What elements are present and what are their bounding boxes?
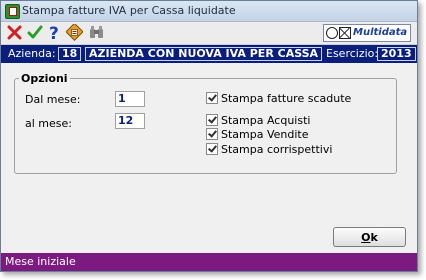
azienda-label: Azienda:	[8, 47, 56, 60]
esercizio-label: Esercizio:	[326, 47, 379, 60]
svg-text:?: ?	[49, 24, 59, 41]
check-icon[interactable]	[25, 23, 44, 42]
circle-icon	[326, 27, 338, 39]
ok-mnemonic: O	[361, 230, 371, 244]
window-title: Stampa fatture IVA per Cassa liquidate	[22, 4, 236, 17]
checkbox-check-icon	[206, 143, 218, 155]
stampa-acquisti-checkbox[interactable]: Stampa Acquisti	[206, 113, 310, 127]
al-mese-label: al mese:	[25, 117, 72, 130]
esercizio-value: 2013	[377, 47, 416, 61]
stampa-fatture-scadute-checkbox[interactable]: Stampa fatture scadute	[206, 91, 351, 105]
status-bar: Mese iniziale	[1, 253, 417, 271]
ok-button[interactable]: Ok	[333, 227, 406, 247]
binoculars-icon[interactable]	[87, 23, 106, 42]
report-icon[interactable]	[65, 23, 84, 42]
crossed-box-icon	[339, 27, 351, 39]
help-icon[interactable]: ?	[45, 23, 64, 42]
stampa-corrispettivi-checkbox[interactable]: Stampa corrispettivi	[206, 142, 332, 156]
checkbox-check-icon	[206, 92, 218, 104]
opzioni-title: Opzioni	[19, 72, 70, 85]
azienda-name: AZIENDA CON NUOVA IVA PER CASSA	[85, 47, 323, 61]
company-header: Azienda: 18 AZIENDA CON NUOVA IVA PER CA…	[1, 45, 417, 63]
azienda-code: 18	[58, 47, 82, 61]
checkbox-check-icon	[206, 114, 218, 126]
checkbox-label: Stampa fatture scadute	[221, 91, 352, 105]
ok-label-rest: k	[370, 230, 378, 244]
checkbox-label: Stampa Acquisti	[221, 113, 311, 127]
multidata-logo: Multidata	[323, 24, 411, 42]
dal-mese-input[interactable]: 1	[115, 91, 145, 107]
checkbox-label: Stampa Vendite	[221, 127, 309, 141]
close-icon[interactable]	[5, 23, 24, 42]
app-icon	[5, 4, 20, 19]
title-bar: Stampa fatture IVA per Cassa liquidate	[1, 1, 417, 22]
app-window: Stampa fatture IVA per Cassa liquidate ?	[0, 0, 418, 272]
checkbox-label: Stampa corrispettivi	[221, 142, 333, 156]
al-mese-input[interactable]: 12	[115, 113, 145, 129]
checkbox-check-icon	[206, 128, 218, 140]
toolbar: ? Multidata	[1, 22, 417, 45]
logo-text: Multidata	[353, 27, 408, 38]
stampa-vendite-checkbox[interactable]: Stampa Vendite	[206, 127, 309, 141]
dal-mese-label: Dal mese:	[25, 93, 81, 106]
